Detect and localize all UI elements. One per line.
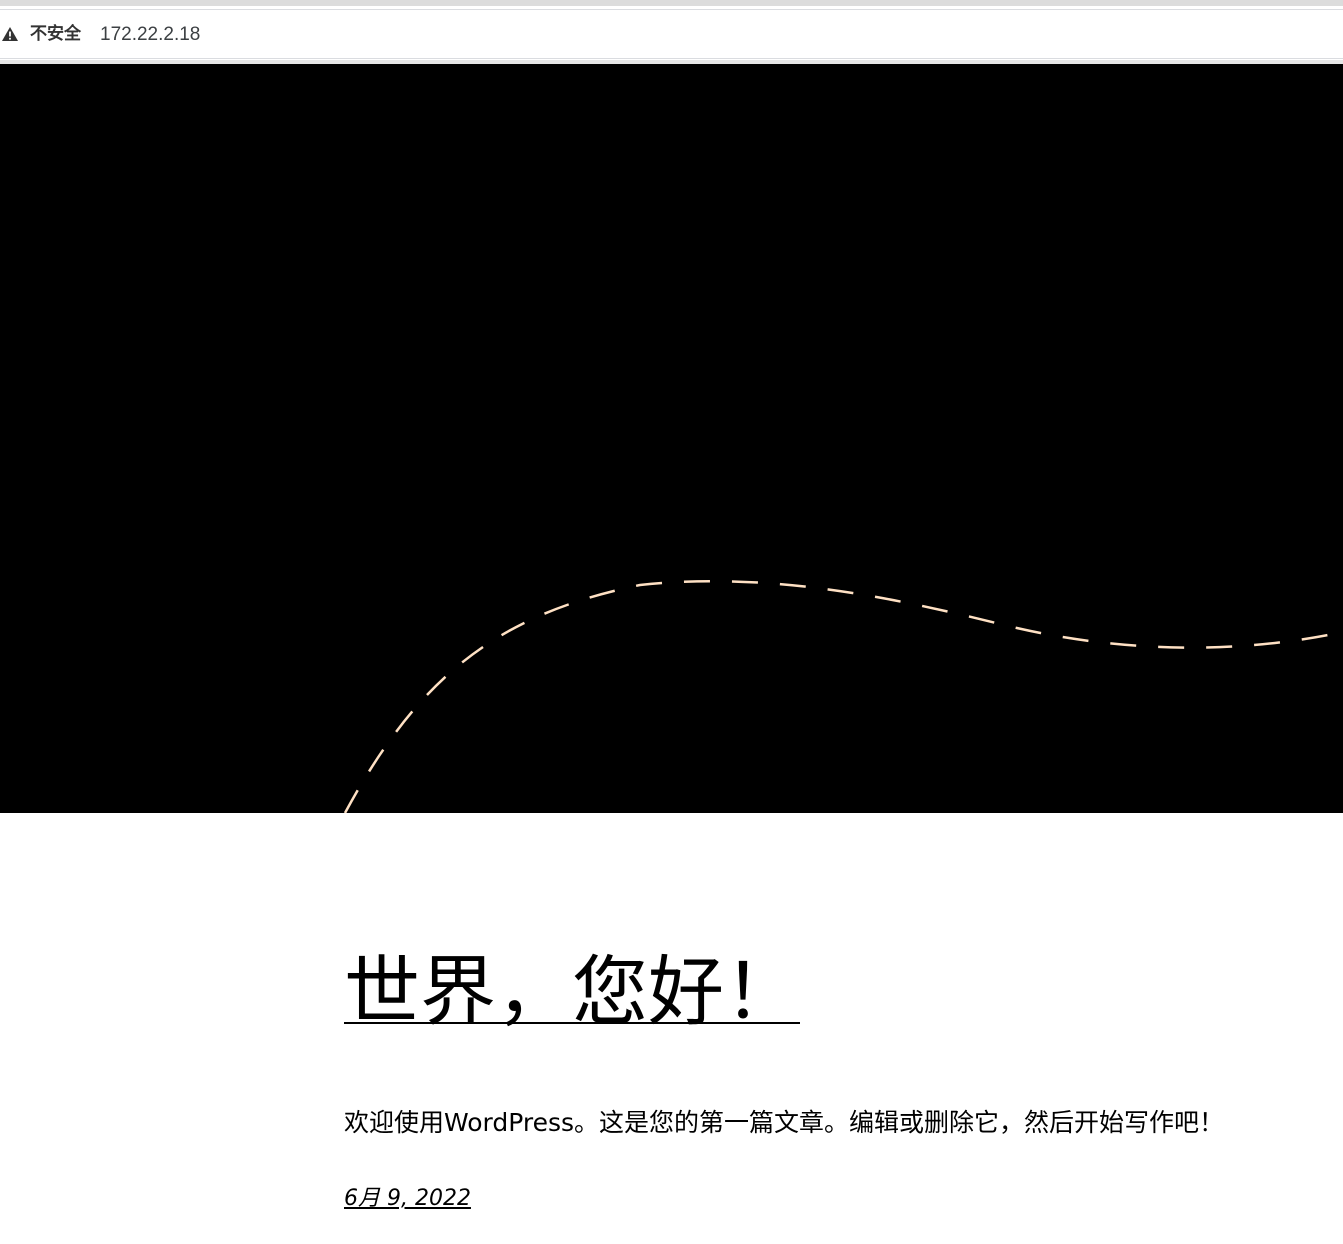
post-date-link[interactable]: 6月 9, 2022 — [344, 1184, 471, 1214]
warning-triangle-icon[interactable] — [1, 26, 19, 42]
browser-top-strip — [0, 0, 1343, 6]
post-content: 世界，您好！ 欢迎使用WordPress。这是您的第一篇文章。编辑或删除它，然后… — [0, 813, 1343, 1244]
post-title-link[interactable]: 世界，您好！ — [344, 946, 800, 1038]
dashed-wave-decoration — [343, 579, 1343, 813]
url-text[interactable]: 172.22.2.18 — [100, 23, 200, 47]
hero-banner — [0, 64, 1343, 813]
post-excerpt: 欢迎使用WordPress。这是您的第一篇文章。编辑或删除它，然后开始写作吧！ — [344, 1108, 1225, 1137]
address-bar[interactable]: 不安全 172.22.2.18 — [0, 9, 1343, 59]
security-status-label[interactable]: 不安全 — [30, 23, 81, 45]
